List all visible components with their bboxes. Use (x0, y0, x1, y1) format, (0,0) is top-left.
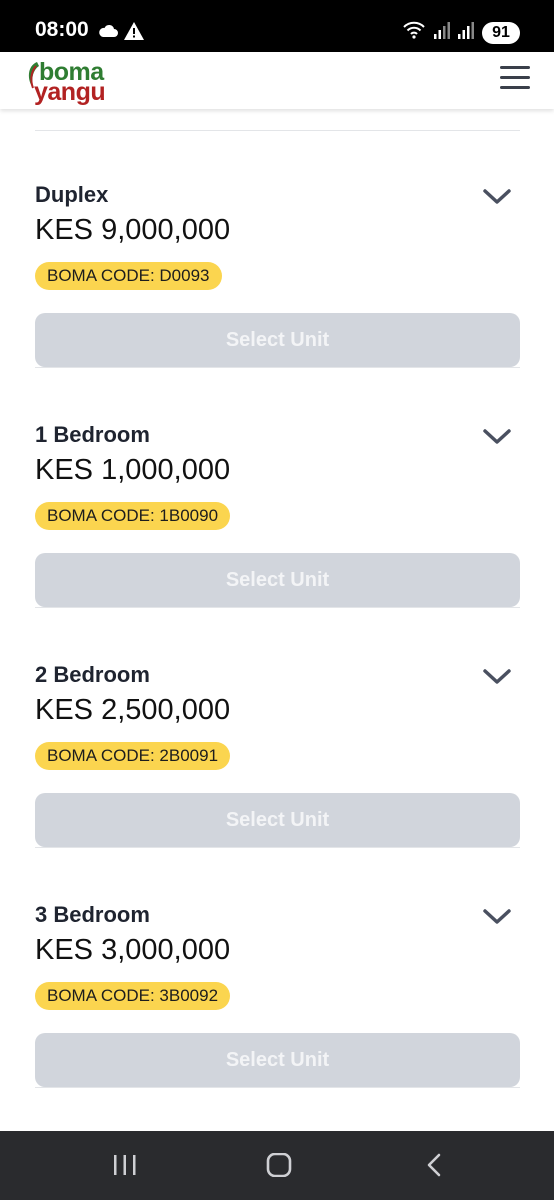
boma-code-badge: BOMA CODE: 3B0092 (35, 982, 231, 1010)
cloud-icon (98, 24, 118, 43)
chevron-down-icon[interactable] (482, 908, 512, 931)
unit-title: Duplex (35, 182, 109, 207)
warning-icon (124, 22, 144, 45)
select-unit-button[interactable]: Select Unit (35, 553, 520, 607)
unit-price: KES 2,500,000 (35, 694, 231, 726)
divider (35, 130, 520, 131)
chevron-down-icon[interactable] (482, 668, 512, 691)
chevron-down-icon[interactable] (482, 188, 512, 211)
unit-title: 1 Bedroom (35, 422, 150, 447)
boma-code-badge: BOMA CODE: D0093 (35, 262, 222, 290)
home-icon[interactable] (266, 1152, 292, 1182)
battery-indicator: 91 (482, 21, 520, 44)
system-nav-bar (0, 1131, 554, 1200)
select-unit-button[interactable]: Select Unit (35, 1033, 520, 1087)
unit-price: KES 3,000,000 (35, 934, 231, 966)
divider (35, 847, 520, 848)
app-header: boma yangu (0, 52, 554, 109)
unit-card: 3 Bedroom KES 3,000,000 BOMA CODE: 3B009… (35, 902, 520, 1092)
divider (35, 367, 520, 368)
unit-list: Duplex KES 9,000,000 BOMA CODE: D0093 Se… (0, 109, 554, 1131)
divider (35, 1087, 520, 1088)
select-unit-button[interactable]: Select Unit (35, 313, 520, 367)
logo-text-bottom: yangu (34, 78, 106, 106)
status-bar: 08:00 91 (0, 0, 554, 52)
signal-icon (434, 21, 450, 44)
hamburger-menu-icon[interactable] (500, 66, 530, 92)
signal-icon (458, 21, 474, 44)
unit-card: 1 Bedroom KES 1,000,000 BOMA CODE: 1B009… (35, 422, 520, 612)
back-icon[interactable] (424, 1153, 446, 1182)
divider (35, 607, 520, 608)
boma-code-badge: BOMA CODE: 2B0091 (35, 742, 231, 770)
wifi-icon (402, 20, 426, 45)
logo[interactable]: boma yangu (25, 58, 115, 106)
unit-title: 2 Bedroom (35, 662, 150, 687)
recents-icon[interactable] (112, 1153, 138, 1182)
select-unit-button[interactable]: Select Unit (35, 793, 520, 847)
status-right-icons: 91 (402, 20, 520, 45)
unit-price: KES 1,000,000 (35, 454, 231, 486)
status-left-icons (98, 22, 144, 45)
unit-title: 3 Bedroom (35, 902, 150, 927)
boma-code-badge: BOMA CODE: 1B0090 (35, 502, 231, 530)
status-time: 08:00 (35, 18, 89, 41)
unit-card: Duplex KES 9,000,000 BOMA CODE: D0093 Se… (35, 182, 520, 372)
unit-price: KES 9,000,000 (35, 214, 231, 246)
chevron-down-icon[interactable] (482, 428, 512, 451)
unit-card: 2 Bedroom KES 2,500,000 BOMA CODE: 2B009… (35, 662, 520, 852)
